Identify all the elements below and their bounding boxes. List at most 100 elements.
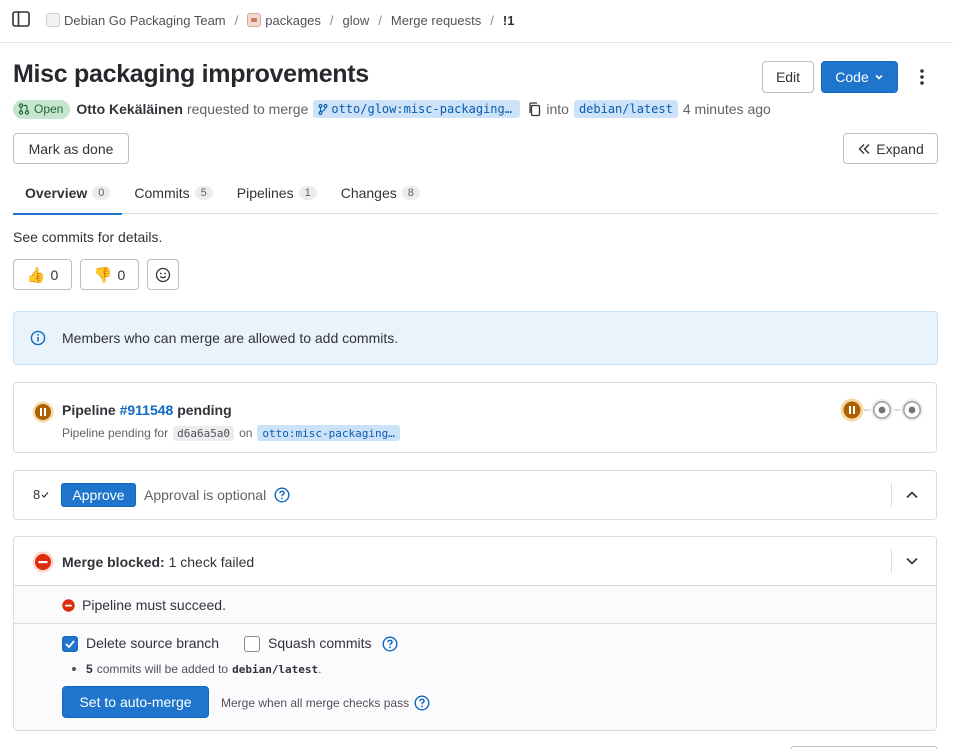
add-reaction-button[interactable]: [147, 259, 179, 290]
stage-created-icon[interactable]: [870, 398, 894, 422]
tab-pipelines[interactable]: Pipelines 1: [225, 172, 329, 214]
tab-commits[interactable]: Commits 5: [122, 172, 224, 214]
mr-meta: Open Otto Kekäläinen requested to merge …: [13, 99, 771, 119]
delete-source-branch-checkbox[interactable]: [62, 636, 78, 652]
commits-note: 5 commits will be added to debian/latest…: [72, 662, 322, 676]
tab-count: 0: [92, 186, 111, 200]
chevron-up-icon[interactable]: [904, 487, 920, 503]
approval-text: Approval is optional: [144, 487, 290, 503]
pipeline-subtitle: Pipeline pending for d6a6a5a0 on otto:mi…: [62, 425, 400, 441]
code-button-label: Code: [835, 69, 869, 85]
thumbs-up-count: 0: [50, 266, 59, 283]
pipeline-id-link[interactable]: #911548: [120, 402, 174, 418]
commits-period: .: [318, 662, 322, 676]
pipeline-status-text: pending: [177, 402, 232, 418]
pipeline-on-text: on: [239, 426, 253, 440]
double-chevron-left-icon: [858, 143, 870, 154]
squash-commits-checkbox[interactable]: [244, 636, 260, 652]
squash-commits-label[interactable]: Squash commits: [268, 635, 371, 651]
copy-icon[interactable]: [528, 101, 541, 117]
set-to-auto-merge-button[interactable]: Set to auto-merge: [62, 686, 209, 718]
merge-help: Merge when all merge checks pass: [221, 695, 430, 711]
pipeline-pending-icon[interactable]: [32, 401, 54, 423]
error-icon: [62, 599, 75, 612]
thumbs-down-count: 0: [117, 266, 126, 283]
status-badge: Open: [13, 99, 71, 119]
code-dropdown-button[interactable]: Code: [821, 61, 898, 93]
requested-text: requested to merge: [186, 101, 309, 117]
chevron-down-icon: [875, 74, 883, 80]
breadcrumb: Debian Go Packaging Team / packages / gl…: [46, 0, 514, 40]
stage-pending-icon[interactable]: [840, 398, 864, 422]
check-small-icon: [41, 492, 49, 498]
expand-button[interactable]: Expand: [843, 133, 938, 164]
info-alert: Members who can merge are allowed to add…: [13, 311, 938, 365]
thumbs-up-icon: 👍: [26, 266, 46, 284]
into-text: into: [546, 101, 569, 117]
breadcrumb-project[interactable]: glow: [343, 13, 370, 28]
mr-description: See commits for details.: [13, 229, 163, 245]
tab-changes[interactable]: Changes 8: [329, 172, 432, 214]
approval-optional-text: Approval is optional: [144, 487, 267, 503]
bullet: [72, 667, 76, 671]
approvals-count: 8: [33, 487, 41, 502]
breadcrumb-group-label[interactable]: Debian Go Packaging Team: [64, 13, 226, 28]
tab-count: 8: [401, 186, 420, 200]
thumbs-down-button[interactable]: 👎 0: [80, 259, 139, 290]
target-branch[interactable]: debian/latest: [573, 100, 678, 118]
question-icon[interactable]: [414, 695, 430, 711]
tab-overview[interactable]: Overview 0: [13, 172, 123, 215]
edit-button[interactable]: Edit: [762, 61, 814, 93]
breadcrumb-merge-requests[interactable]: Merge requests: [391, 13, 481, 28]
more-actions-icon[interactable]: [912, 67, 932, 87]
thumbs-up-button[interactable]: 👍 0: [13, 259, 72, 290]
pipeline-stages: [840, 398, 924, 422]
source-branch-label: otto/glow:misc-packaging…: [331, 102, 512, 116]
sidebar-toggle-icon[interactable]: [12, 11, 30, 27]
delete-source-branch-label[interactable]: Delete source branch: [86, 635, 219, 651]
page-title: Misc packaging improvements: [13, 60, 369, 88]
merge-help-text: Merge when all merge checks pass: [221, 696, 410, 710]
tab-label: Changes: [340, 185, 397, 201]
tab-count: 5: [194, 186, 213, 200]
breadcrumb-current-mr[interactable]: !1: [503, 13, 515, 28]
merge-blocked-detail: 1 check failed: [168, 554, 255, 570]
approve-button[interactable]: Approve: [61, 483, 136, 507]
pipeline-branch[interactable]: otto:misc-packaging…: [257, 425, 400, 441]
checkmark-icon: [65, 640, 75, 649]
blocked-status-icon: [32, 551, 54, 573]
top-bar: Debian Go Packaging Team / packages / gl…: [0, 0, 953, 43]
tab-count: 1: [298, 186, 317, 200]
chevron-down-icon[interactable]: [904, 553, 920, 569]
breadcrumb-separator: /: [329, 12, 334, 28]
question-icon[interactable]: [274, 487, 290, 503]
tab-label: Pipelines: [236, 185, 294, 201]
merge-widget-header: Merge blocked: 1 check failed: [14, 537, 936, 586]
commit-sha[interactable]: d6a6a5a0: [173, 425, 235, 441]
timestamp: 4 minutes ago: [682, 101, 771, 117]
info-icon: [30, 330, 46, 346]
breadcrumb-subgroup-label[interactable]: packages: [265, 13, 321, 28]
group-avatar-icon: [46, 13, 60, 27]
pipeline-widget: Pipeline #911548 pending Pipeline pendin…: [13, 382, 937, 453]
approvals-indicator: 8: [33, 487, 49, 502]
breadcrumb-separator: /: [378, 12, 382, 28]
status-badge-label: Open: [34, 102, 64, 116]
pipeline-title: Pipeline #911548 pending: [62, 402, 232, 418]
mark-as-done-button[interactable]: Mark as done: [13, 133, 129, 164]
breadcrumb-group[interactable]: Debian Go Packaging Team: [46, 13, 226, 28]
pipeline-title-prefix: Pipeline: [62, 402, 116, 418]
thumbs-down-icon: 👎: [93, 266, 113, 284]
smiley-icon: [155, 267, 171, 282]
merge-status-text: Merge blocked: 1 check failed: [62, 554, 254, 570]
stage-created-icon[interactable]: [900, 398, 924, 422]
source-branch[interactable]: otto/glow:misc-packaging…: [313, 100, 521, 118]
breadcrumb-subgroup[interactable]: packages: [247, 13, 321, 28]
merge-request-icon: [18, 103, 30, 115]
commits-target-branch: debian/latest: [232, 662, 319, 676]
question-icon[interactable]: [382, 636, 398, 652]
branch-icon: [318, 103, 328, 115]
expand-button-label: Expand: [876, 140, 924, 157]
tab-label: Commits: [134, 185, 190, 201]
author-link[interactable]: Otto Kekäläinen: [76, 101, 183, 117]
